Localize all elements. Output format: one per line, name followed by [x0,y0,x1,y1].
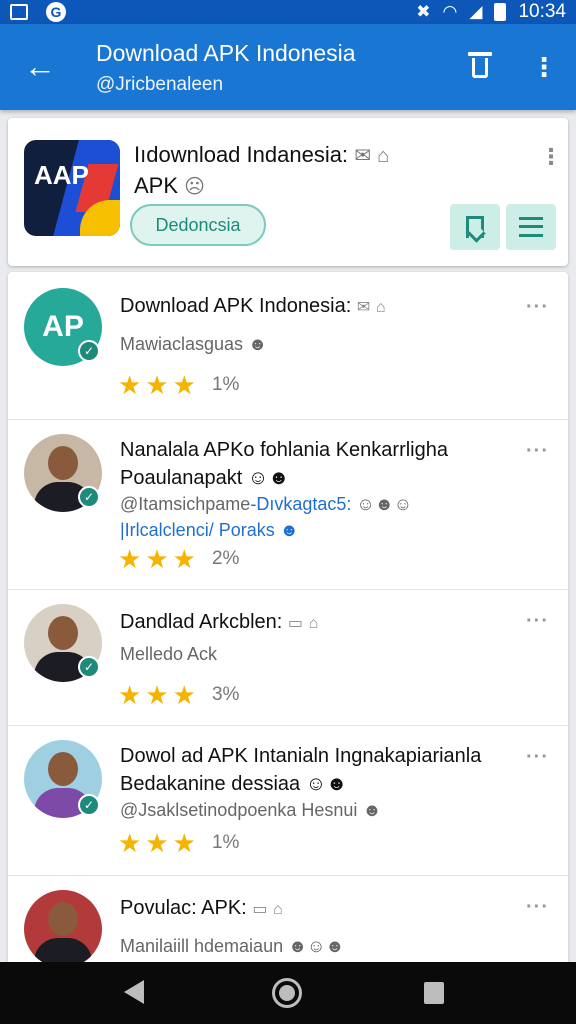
list-item[interactable]: ✓ Dowol ad APK Intanialn Ingnakapiarianl… [8,726,568,876]
check-badge-icon: ✓ [78,486,100,508]
category-chip[interactable]: Dedoncsia [130,204,266,246]
lock-icon: ⌂ [377,145,390,167]
item-title: Download APK Indonesia: [120,295,352,317]
list-item[interactable]: ✓ Dandlad Arkcblen: ▭ ⌂ Melledo Ack ··· … [8,590,568,726]
header-more-button[interactable]: ⋮ [540,144,562,170]
signal-icon: ◢ [469,2,483,21]
rating: ★ ★ ★ 1% [118,830,239,856]
item-title: Dowol ad APK Intanialn Ingnakapiarianla [120,745,482,767]
more-options-button[interactable]: ⋮ [530,50,558,84]
mute-icon: ✖ [416,2,431,21]
lock-icon: ⌂ [273,901,283,918]
sad-face-icon: ☹ [184,176,206,198]
bookmark-icon [466,216,484,238]
star-icon: ★ [118,544,142,574]
app-list: AP ✓ Download APK Indonesia: ✉ ⌂ Mawiacl… [8,272,568,962]
rating-percent: 1% [211,832,240,853]
mail-icon: ✉ [356,299,371,316]
back-button[interactable]: ← [20,46,60,86]
emoji-icon: ☺☻☺ [356,494,413,514]
star-icon: ★ [145,370,169,400]
system-nav-bar [0,962,576,1024]
nav-home-icon[interactable] [272,978,302,1008]
item-more-button[interactable]: ··· [526,610,549,633]
app-header-card: AAP Iıdownload Indanesia: ✉ ⌂ APK ☹ ⋮ De… [8,118,568,266]
item-subtitle: Melledo Ack [120,644,218,664]
item-more-button[interactable]: ··· [526,296,549,319]
item-subtitle: Mawiaclasguas [120,334,244,354]
rating: ★ ★ ★ 1% [118,372,239,398]
wifi-icon: ◠ [442,2,458,21]
delete-button[interactable] [464,48,496,84]
app-bar: ← Download APK Indonesia @Jricbenaleen ⋮ [0,24,576,110]
item-title: Dandlad Arkcblen: [120,611,283,633]
check-badge-icon: ✓ [78,340,100,362]
emoji-icon: ☻ [248,334,268,354]
list-button[interactable] [506,204,556,250]
nav-recents-icon[interactable] [424,982,444,1004]
emoji-icon: ☻ [362,800,382,820]
star-icon: ★ [172,370,196,400]
nav-back-icon[interactable] [124,980,144,1004]
status-bar: G ✖ ◠ ◢ 10:34 [0,0,576,24]
check-badge-icon: ✓ [78,656,100,678]
item-title: Nanalala APKо fohlania Kenkarrligha [120,439,448,461]
rating: ★ ★ ★ 2% [118,546,239,572]
emoji-icon: ☻ [279,520,299,540]
item-link[interactable]: -Dıvkagtac5: [250,494,351,514]
more-vert-icon: ⋮ [540,144,562,169]
list-item[interactable]: AP ✓ Download APK Indonesia: ✉ ⌂ Mawiacl… [8,272,568,420]
google-notification-icon: G [46,2,66,22]
list-item[interactable]: ✓ Nanalala APKо fohlania Kenkarrligha Po… [8,420,568,590]
page-title: Download APK Indonesia [96,40,356,66]
star-icon: ★ [145,680,169,710]
item-subtitle: Manilaiill hdemaiaun [120,936,284,956]
document-icon: ▭ [287,615,304,632]
list-item[interactable]: Povulac: APK: ▭ ⌂ Manilaiill hdemaiaun ☻… [8,876,568,962]
star-icon: ★ [145,544,169,574]
mail-icon: ✉ [354,145,371,167]
emoji-icon: ☻☺☻ [288,936,345,956]
star-icon: ★ [145,828,169,858]
battery-icon [494,3,507,21]
arrow-left-icon: ← [24,48,56,84]
check-badge-icon: ✓ [78,794,100,816]
item-link-2[interactable]: |Irlcalclenci/ Poraks [120,520,275,540]
list-icon [519,217,543,237]
item-more-button[interactable]: ··· [526,440,549,463]
clock: 10:34 [518,1,566,22]
star-icon: ★ [172,680,196,710]
item-more-button[interactable]: ··· [526,746,549,769]
rating: ★ ★ ★ 3% [118,682,239,708]
rating-percent: 2% [211,548,240,569]
rating-percent: 1% [211,374,240,395]
star-icon: ★ [172,828,196,858]
app-title: Iıdownload Indanesia: ✉ ⌂ APK ☹ [134,142,390,198]
item-subtitle: @Itamsichpame [120,494,251,514]
lock-icon: ⌂ [308,615,319,632]
lock-icon: ⌂ [375,299,386,316]
page-subtitle: @Jricbenaleen [96,74,224,95]
avatar [24,890,102,962]
emoji-icon: ☺☻ [305,773,348,795]
app-logo: AAP [24,140,120,236]
image-notification-icon [10,4,28,20]
star-icon: ★ [118,370,142,400]
document-icon: ▭ [252,901,268,918]
star-icon: ★ [172,544,196,574]
rating-percent: 3% [211,684,240,705]
star-icon: ★ [118,680,142,710]
emoji-icon: ☺☻ [247,467,290,489]
item-title: Povulac: APK: [120,897,247,919]
bookmark-button[interactable] [450,204,500,250]
star-icon: ★ [118,828,142,858]
item-more-button[interactable]: ··· [526,896,549,919]
more-vert-icon: ⋮ [531,52,557,82]
item-subtitle: @Jsaklsetinodpoenka Hesnui [120,800,358,820]
trash-icon [468,52,492,56]
